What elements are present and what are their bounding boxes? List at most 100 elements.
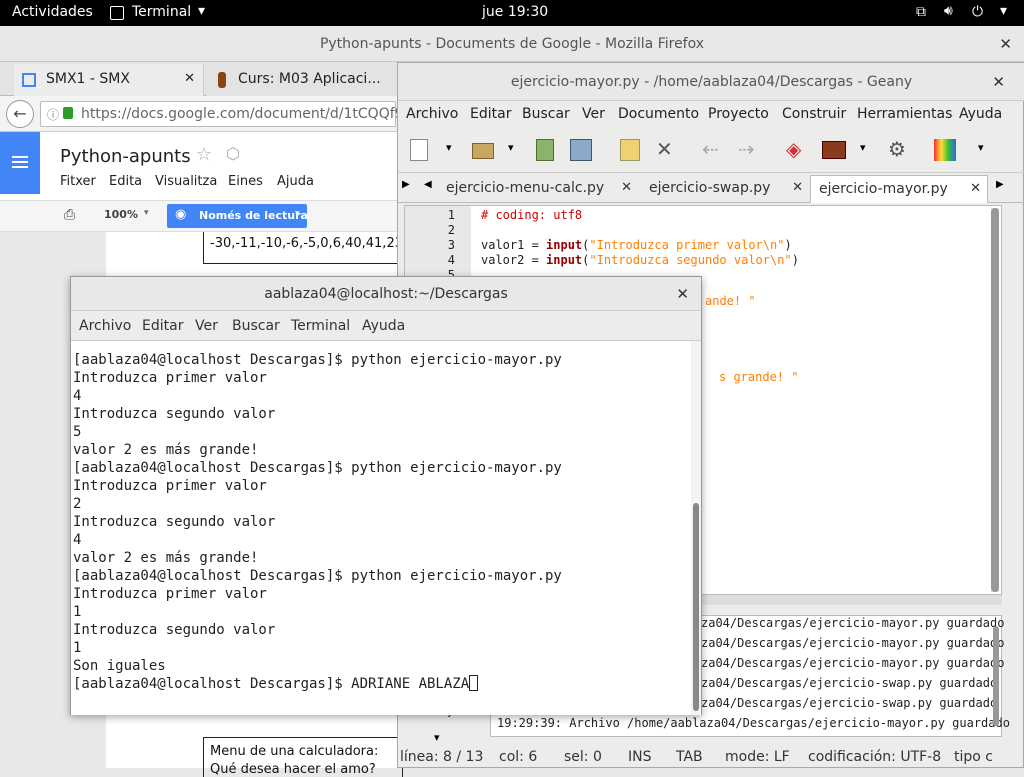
new-file-icon[interactable]	[410, 139, 428, 161]
menu-eines[interactable]: Eines	[228, 174, 263, 189]
app-menu-chevron-icon[interactable]: ▾	[198, 3, 205, 19]
message-line: za04/Descargas/ejercicio-mayor.py guarda…	[701, 616, 1005, 630]
terminal-output[interactable]: [aablaza04@localhost Descargas]$ python …	[71, 341, 691, 715]
status-filetype: tipo c	[954, 749, 993, 765]
system-menu-chevron-icon[interactable]: ▾	[1000, 3, 1007, 19]
terminal-titlebar: aablaza04@localhost:~/Descargas ✕	[71, 277, 701, 311]
menu-editar[interactable]: Editar	[142, 318, 183, 334]
menu-ayuda[interactable]: Ayuda	[959, 106, 1002, 122]
url-bar[interactable]: ⓘ https://docs.google.com/document/d/1tC…	[40, 101, 414, 127]
open-chevron-icon[interactable]: ▾	[508, 141, 514, 154]
line-number: 1	[447, 208, 455, 222]
zoom-select[interactable]: 100%	[104, 208, 138, 221]
doc-title[interactable]: Python-apunts	[60, 146, 191, 167]
terminal-line: 1	[73, 604, 82, 620]
activities-button[interactable]: Actividades	[12, 4, 93, 20]
zoom-chevron-icon[interactable]: ▾	[144, 208, 149, 218]
info-icon[interactable]: ⓘ	[47, 106, 59, 123]
close-file-icon[interactable]: ✕	[656, 137, 673, 161]
back-icon[interactable]: ←	[6, 100, 34, 128]
geany-close-icon[interactable]: ✕	[992, 63, 1005, 101]
status-tab: TAB	[676, 749, 703, 765]
build-icon[interactable]	[822, 141, 846, 159]
volume-icon[interactable]: 🔊︎	[944, 3, 953, 19]
tab-ejercicio-swap[interactable]: ejercicio-swap.py ✕	[641, 175, 809, 203]
doc-table-top: -30,-11,-10,-6,-5,0,6,40,41,23	[203, 232, 403, 264]
docs-logo-icon[interactable]	[0, 132, 40, 194]
terminal-line: Introduzca segundo valor	[73, 514, 276, 530]
menu-ajuda[interactable]: Ajuda	[277, 174, 314, 189]
menu-archivo[interactable]: Archivo	[79, 318, 131, 334]
revert-icon[interactable]	[620, 139, 640, 161]
menu-construir[interactable]: Construir	[782, 106, 846, 122]
message-line: za04/Descargas/ejercicio-swap.py guardad…	[701, 676, 998, 690]
status-sel: sel: 0	[564, 749, 602, 765]
code-comment: # coding: utf8	[481, 208, 583, 222]
clock[interactable]: jue 19:30	[482, 4, 548, 20]
terminal-prompt-line[interactable]: [aablaza04@localhost Descargas]$ ADRIANE…	[73, 675, 479, 693]
message-line: 19:29:39: Archivo /home/aablaza04/Descar…	[497, 716, 1010, 730]
terminal-line: 4	[73, 532, 82, 548]
tabs-prev-icon[interactable]: ◀	[424, 179, 432, 190]
tabs-next-icon[interactable]: ▶	[996, 179, 1004, 190]
drive-move-icon[interactable]: ⬡	[226, 144, 240, 163]
menu-documento[interactable]: Documento	[618, 106, 699, 122]
msg-tabs-chevron-icon[interactable]: ▾	[434, 731, 440, 744]
tab-close-icon[interactable]: ✕	[792, 175, 803, 201]
view-mode-label: Només de lectura	[199, 209, 308, 222]
terminal-close-icon[interactable]: ✕	[676, 277, 689, 311]
color-chooser-icon[interactable]	[934, 139, 956, 161]
menu-fitxer[interactable]: Fitxer	[60, 174, 96, 189]
tab-smx1[interactable]: SMX1 - SMX ✕	[14, 64, 204, 96]
editor-scrollbar[interactable]	[991, 208, 999, 592]
messages-scrollbar[interactable]	[993, 626, 999, 726]
tab-curs-m03[interactable]: Curs: M03 Aplicaci...	[206, 64, 398, 96]
compile-icon[interactable]: ◈	[786, 137, 801, 161]
nav-forward-icon[interactable]: ⇢	[738, 137, 755, 161]
tab-close-icon[interactable]: ✕	[184, 64, 195, 94]
star-icon[interactable]: ☆	[196, 144, 212, 165]
menu-ver[interactable]: Ver	[582, 106, 605, 122]
menu-ayuda[interactable]: Ayuda	[362, 318, 405, 334]
app-menu-terminal[interactable]: Terminal	[132, 4, 191, 20]
menu-archivo[interactable]: Archivo	[406, 106, 458, 122]
tab-close-icon[interactable]: ✕	[621, 175, 632, 201]
smx-favicon-icon	[22, 73, 36, 87]
menu-visualitza[interactable]: Visualitza	[155, 174, 217, 189]
tab-ejercicio-mayor[interactable]: ejercicio-mayor.py ✕	[810, 175, 988, 203]
terminal-scrollbar[interactable]	[691, 341, 701, 715]
status-ins: INS	[628, 749, 652, 765]
power-icon[interactable]: ⏻	[972, 4, 983, 20]
geany-toolbar: ▾ ▾ ✕ ⇠ ⇢ ◈ ▾ ⚙ ▾	[398, 129, 1024, 173]
view-mode-button[interactable]: ◉ Només de lectura ▾	[167, 204, 308, 228]
geany-title: ejercicio-mayor.py - /home/aablaza04/Des…	[510, 74, 913, 90]
menu-editar[interactable]: Editar	[470, 106, 511, 122]
terminal-scrollbar-thumb[interactable]	[693, 503, 699, 711]
execute-gear-icon[interactable]: ⚙	[888, 137, 906, 161]
geany-statusbar: línea: 8 / 13 col: 6 sel: 0 INS TAB mode…	[398, 747, 1024, 769]
new-chevron-icon[interactable]: ▾	[446, 141, 452, 154]
network-icon[interactable]: ⧉	[916, 4, 926, 20]
tab-ejercicio-menu-calc[interactable]: ejercicio-menu-calc.py ✕	[438, 175, 638, 203]
menu-buscar[interactable]: Buscar	[232, 318, 280, 334]
code-line-3: valor1 = input("Introduzca primer valor\…	[481, 238, 792, 252]
print-icon[interactable]: ⎙	[64, 207, 75, 223]
save-icon[interactable]	[536, 139, 554, 161]
menu-buscar[interactable]: Buscar	[522, 106, 570, 122]
firefox-close-icon[interactable]: ✕	[999, 26, 1012, 62]
code-partial: ande! "	[705, 294, 756, 308]
menu-edita[interactable]: Edita	[109, 174, 142, 189]
more-chevron-icon[interactable]: ▾	[978, 141, 984, 154]
terminal-line: [aablaza04@localhost Descargas]$ python …	[73, 352, 562, 368]
menu-proyecto[interactable]: Proyecto	[708, 106, 769, 122]
menu-terminal[interactable]: Terminal	[291, 318, 350, 334]
menu-herramientas[interactable]: Herramientas	[857, 106, 952, 122]
build-chevron-icon[interactable]: ▾	[860, 141, 866, 154]
tab-label: ejercicio-mayor.py	[819, 181, 948, 197]
save-all-icon[interactable]	[570, 139, 592, 161]
menu-ver[interactable]: Ver	[195, 318, 218, 334]
tabs-scroll-left-icon[interactable]: ▶	[402, 179, 410, 190]
nav-back-icon[interactable]: ⇠	[702, 137, 719, 161]
open-file-icon[interactable]	[472, 143, 494, 159]
tab-close-icon[interactable]: ✕	[970, 176, 981, 202]
